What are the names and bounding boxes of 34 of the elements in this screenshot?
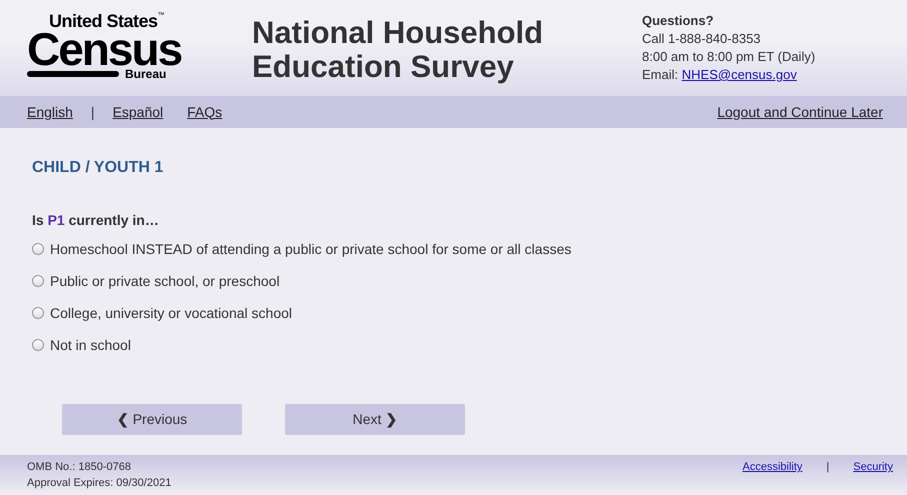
next-button[interactable]: Next ❯ — [285, 404, 465, 435]
nav-separator: | — [90, 102, 95, 122]
option-label: Not in school — [50, 336, 131, 354]
logo-wordmark: Census — [27, 30, 182, 68]
radio-button[interactable] — [32, 243, 44, 255]
chevron-right-icon: ❯ — [385, 411, 398, 427]
email-label: Email: — [642, 67, 678, 82]
radio-button[interactable] — [32, 339, 44, 351]
radio-button[interactable] — [32, 275, 44, 287]
section-heading: CHILD / YOUTH 1 — [32, 158, 164, 178]
question-text: Is P1 currently in… — [32, 211, 160, 230]
nav-link[interactable]: FAQs — [187, 102, 222, 122]
logo-text: Bureau — [125, 68, 166, 80]
approval-expiry: Approval Expires: 09/30/2021 — [27, 476, 172, 491]
contact-heading: Questions? — [642, 12, 715, 30]
nav-link[interactable]: Español — [112, 102, 164, 122]
option-label: Public or private school, or preschool — [50, 272, 280, 291]
survey-title: National Household — [252, 16, 544, 50]
option-label: Homeschool INSTEAD of attending a public or private school for some or all classes — [50, 240, 572, 259]
survey-title: Education Survey — [252, 50, 515, 84]
option-label: College, university or vocational school — [50, 304, 292, 323]
logo-text: United States — [49, 11, 158, 31]
hours-text: 8:00 am to 8:00 pm ET (Daily) — [642, 48, 816, 66]
phone-text: Call 1-888-840-8353 — [642, 30, 762, 48]
footer-link[interactable]: Accessibility — [742, 459, 802, 475]
nav-link[interactable]: English — [27, 102, 73, 122]
chevron-left-icon: ❮ — [116, 411, 129, 427]
omb-number: OMB No.: 1850-0768 — [27, 460, 132, 475]
footer-separator: | — [826, 460, 830, 475]
previous-button[interactable]: ❮ Previous — [62, 404, 242, 435]
footer-link[interactable]: Security — [853, 459, 893, 475]
logout-link[interactable]: Logout and Continue Later — [717, 102, 883, 122]
radio-button[interactable] — [32, 307, 44, 319]
email-link[interactable]: NHES@census.gov — [682, 67, 797, 82]
